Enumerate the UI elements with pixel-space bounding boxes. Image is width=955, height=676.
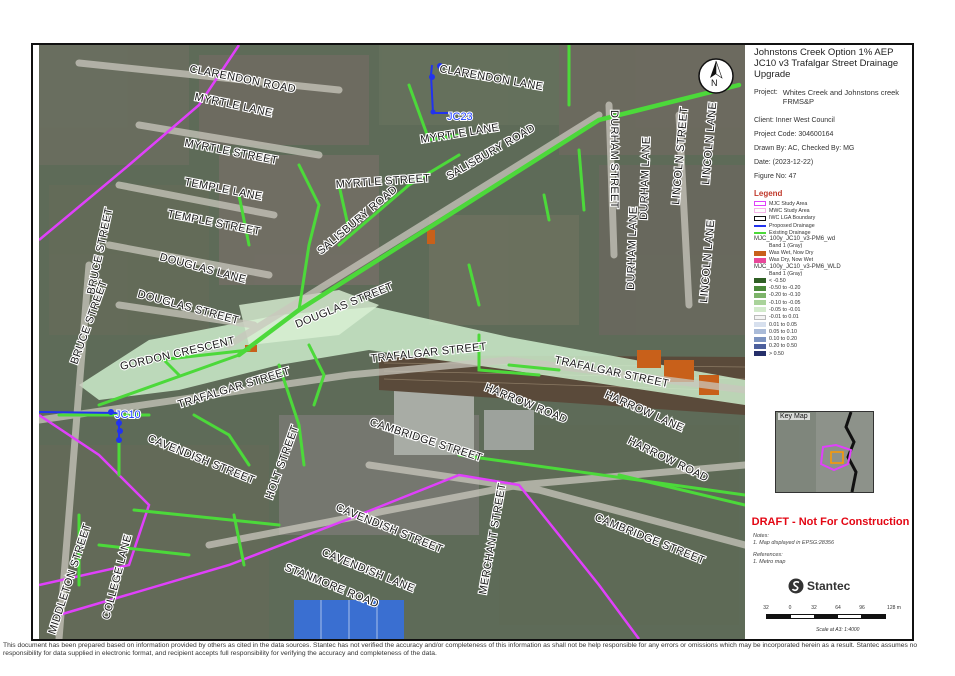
raster-2-name: MJC_100y_JC10_v3-PM6_WLD xyxy=(754,264,841,271)
legend-label: 0.10 to 0.20 xyxy=(769,336,797,343)
legend-swatch xyxy=(754,322,766,327)
legend-item-proposed-drainage: Proposed Drainage xyxy=(754,222,912,229)
pit-label-jc23[interactable]: JC23 xyxy=(446,110,474,124)
legend-label: Was Dry, Now Wet xyxy=(769,257,814,264)
legend-swatch xyxy=(754,314,766,320)
legend-swatch xyxy=(754,292,766,298)
scale-bar: 32 0 32 64 96 128 m Scale at A3: 1:4000 xyxy=(760,605,910,635)
client: Client: Inner West Council xyxy=(754,117,835,124)
stantec-logo-text: Stantec xyxy=(807,579,851,593)
legend-label: -0.05 to -0.01 xyxy=(769,306,801,313)
key-map[interactable]: Key Map xyxy=(775,411,874,493)
references-heading: References: xyxy=(753,552,783,558)
scale-tick: 0 xyxy=(788,605,792,611)
legend-swatch xyxy=(754,278,766,284)
legend-swatch xyxy=(754,285,766,291)
legend-label: -0.10 to -0.05 xyxy=(769,299,801,306)
note-1: 1. Map displayed in EPSG:28356 xyxy=(753,540,835,546)
legend-item-mjc: MJC Study Area xyxy=(754,200,912,207)
legend-class: -0.01 to 0.01 xyxy=(754,314,912,321)
scale-tick: 64 xyxy=(835,605,841,611)
key-map-label: Key Map xyxy=(778,413,810,420)
legend-label: < -0.50 xyxy=(769,277,786,284)
legend-label: 0.01 to 0.05 xyxy=(769,321,797,328)
project-label: Project: xyxy=(754,89,778,96)
pit-label-jc10[interactable]: JC10 xyxy=(114,408,142,422)
legend-class: 0.05 to 0.10 xyxy=(754,328,912,335)
legend-label: IWC LGA Boundary xyxy=(769,215,816,222)
legend-label: Existing Drainage xyxy=(769,229,811,236)
legend-swatch xyxy=(754,231,766,234)
scale-tick: 96 xyxy=(859,605,865,611)
project-code: Project Code: 304600164 xyxy=(754,131,834,138)
north-label: N xyxy=(711,78,718,88)
legend-label: > 0.50 xyxy=(769,350,784,357)
map-title: Johnstons Creek Option 1% AEP JC10 v3 Tr… xyxy=(754,47,899,80)
legend-swatch xyxy=(754,257,766,263)
raster-1-name: MJC_100y_JC10_v3-PM6_wd xyxy=(754,236,836,243)
legend-label: -0.50 to -0.20 xyxy=(769,285,801,292)
legend-class: 0.20 to 0.50 xyxy=(754,343,912,350)
disclaimer: This document has been prepared based on… xyxy=(3,642,918,657)
legend-class: 0.01 to 0.05 xyxy=(754,321,912,328)
legend-swatch xyxy=(754,215,766,221)
legend-class: Was Dry, Now Wet xyxy=(754,257,912,264)
street-label: DURHAM STREET xyxy=(608,110,620,209)
figure-number: Figure No: 47 xyxy=(754,173,797,180)
legend-swatch xyxy=(754,250,766,256)
notes-heading: Notes: xyxy=(753,533,769,539)
scale-tick: 32 xyxy=(811,605,817,611)
legend-label: 0.05 to 0.10 xyxy=(769,328,797,335)
stantec-logo-icon xyxy=(788,578,804,594)
legend-item-existing-drainage: Existing Drainage xyxy=(754,229,912,236)
legend-swatch xyxy=(754,208,766,214)
legend-class: -0.50 to -0.20 xyxy=(754,284,912,291)
legend-class: -0.05 to -0.01 xyxy=(754,306,912,313)
legend-class: -0.10 to -0.05 xyxy=(754,299,912,306)
legend-swatch xyxy=(754,343,766,349)
legend-title: Legend xyxy=(754,189,783,198)
legend-label: Was Wet, Now Dry xyxy=(769,250,814,257)
legend-swatch xyxy=(754,351,766,357)
draft-stamp: DRAFT - Not For Construction xyxy=(751,516,910,528)
legend-class: > 0.50 xyxy=(754,350,912,357)
scale-tick: 128 m xyxy=(887,605,901,611)
reference-1: 1. Metro map xyxy=(753,559,786,565)
legend-swatch xyxy=(754,201,766,207)
legend-label: Proposed Drainage xyxy=(769,222,815,229)
legend-swatch xyxy=(754,336,766,342)
legend-class: < -0.50 xyxy=(754,277,912,284)
project-name: Whites Creek and Johnstons creek FRMS&P xyxy=(782,88,900,106)
legend-label: -0.01 to 0.01 xyxy=(769,314,799,321)
legend-item-mwc: MWC Study Area xyxy=(754,207,912,214)
map-viewport[interactable]: JC23 JC10 N CLARENDON ROAD CLARENDON LAN… xyxy=(39,45,745,639)
map-canvas: JC23 JC10 N CLARENDON ROAD CLARENDON LAN… xyxy=(39,45,745,639)
legend-item-lga: IWC LGA Boundary xyxy=(754,215,912,222)
legend-class: -0.20 to -0.10 xyxy=(754,292,912,299)
date: Date: (2023-12-22) xyxy=(754,159,814,166)
scale-caption: Scale at A3: 1:4000 xyxy=(816,627,860,633)
legend-class: 0.10 to 0.20 xyxy=(754,335,912,342)
legend-label: MWC Study Area xyxy=(769,207,810,214)
legend-label: 0.20 to 0.50 xyxy=(769,343,797,350)
legend-label: -0.20 to -0.10 xyxy=(769,292,801,299)
legend-label: MJC Study Area xyxy=(769,200,808,207)
legend-swatch xyxy=(754,329,766,335)
legend-class: Was Wet, Now Dry xyxy=(754,249,912,256)
legend-swatch xyxy=(754,307,766,313)
stantec-logo: Stantec xyxy=(788,578,850,594)
north-arrow-icon: N xyxy=(698,58,734,94)
notes-block: Notes: 1. Map displayed in EPSG:28356 Re… xyxy=(753,533,909,566)
scale-tick: 32 xyxy=(763,605,769,611)
scale-bar-graphic xyxy=(766,614,886,619)
legend-swatch xyxy=(754,300,766,306)
legend-swatch xyxy=(754,224,766,227)
key-map-canvas xyxy=(776,412,873,492)
drawn-by: Drawn By: AC, Checked By: MG xyxy=(754,145,855,152)
project-row: Project: Whites Creek and Johnstons cree… xyxy=(754,88,912,106)
